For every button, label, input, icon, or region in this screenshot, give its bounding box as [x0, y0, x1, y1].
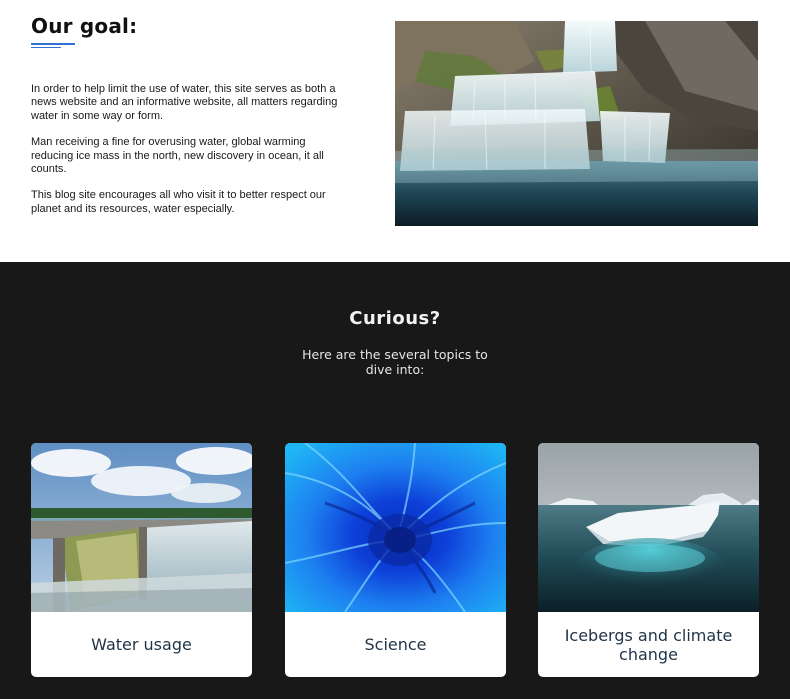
goal-paragraph: Man receiving a fine for overusing water… — [31, 136, 324, 176]
topic-card-label: Icebergs and climate change — [564, 625, 733, 664]
dam-spillway-image — [31, 443, 252, 612]
topic-card-label: Water usage — [91, 635, 192, 654]
blue-ink-swirl-image — [285, 443, 506, 612]
iceberg-image — [538, 443, 759, 612]
topics-subtitle: Here are the several topics to dive into… — [302, 347, 488, 377]
goal-title: Our goal: — [31, 14, 138, 38]
waterfall-image — [395, 21, 758, 226]
goal-description: In order to help limit the use of water,… — [31, 83, 341, 229]
topic-card-label: Science — [364, 635, 427, 654]
topics-section: Curious? Here are the several topics to … — [0, 262, 790, 699]
topics-title: Curious? — [349, 308, 441, 329]
goal-title-underline — [31, 43, 75, 48]
topic-card-science[interactable]: Science — [285, 443, 506, 677]
topic-card-water-usage[interactable]: Water usage — [31, 443, 252, 677]
goal-section: Our goal: In order to help limit the use… — [0, 0, 790, 262]
goal-paragraph: This blog site encourages all who visit … — [31, 189, 326, 215]
topic-card-icebergs[interactable]: Icebergs and climate change — [538, 443, 759, 677]
goal-paragraph: In order to help limit the use of water,… — [31, 83, 338, 122]
